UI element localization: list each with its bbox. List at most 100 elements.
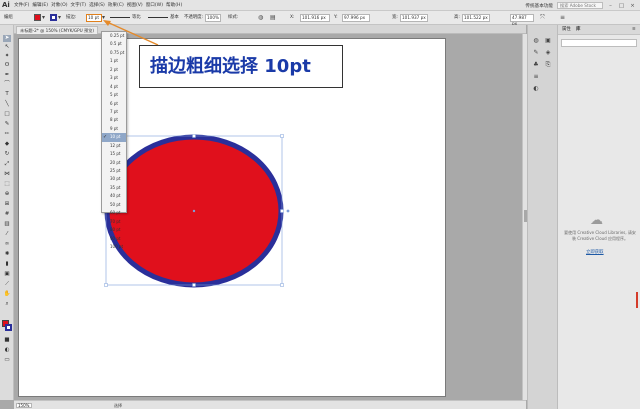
fill-dropdown-chevron-icon[interactable]: ▾ [42, 14, 45, 22]
stroke-weight-option[interactable]: 90 pt [102, 235, 126, 243]
menu-select[interactable]: 选择(S) [89, 2, 105, 8]
lasso-tool-icon[interactable]: ʘ [3, 62, 11, 69]
paintbrush-tool-icon[interactable]: ✎ [3, 121, 11, 128]
stroke-weight-option[interactable]: 35 pt [102, 184, 126, 192]
pen-tool-icon[interactable]: ✒ [3, 72, 11, 79]
free-transform-tool-icon[interactable]: ⬚ [3, 181, 11, 188]
zoom-field[interactable]: 150% [16, 403, 32, 408]
stroke-weight-option[interactable]: 50 pt [102, 201, 126, 209]
type-tool-icon[interactable]: T [3, 91, 11, 98]
tab-properties[interactable]: 属性 [562, 27, 571, 33]
horizontal-scrollbar[interactable]: 150% 选择 [14, 400, 526, 409]
libraries-icon[interactable]: ▣ [543, 37, 553, 45]
stroke-weight-option[interactable]: 30 pt [102, 175, 126, 183]
menu-edit[interactable]: 编辑(E) [32, 2, 48, 8]
curvature-tool-icon[interactable]: ⌒ [3, 81, 11, 88]
stroke-weight-option[interactable]: 6 pt [102, 100, 126, 108]
selection-tool-icon[interactable]: ➤ [3, 35, 11, 42]
perspective-grid-tool-icon[interactable]: ⊞ [3, 201, 11, 208]
screen-mode-icon[interactable]: ▭ [3, 357, 11, 364]
stroke-weight-field[interactable]: 10 pt [86, 14, 102, 22]
menu-object[interactable]: 对象(O) [51, 2, 67, 8]
stroke-profile-preview[interactable] [110, 17, 130, 18]
stroke-color-box[interactable] [5, 324, 12, 331]
stroke-weight-option[interactable]: 12 pt [102, 142, 126, 150]
workspace-switcher[interactable]: 传统基本功能 [525, 3, 553, 9]
stroke-weight-option[interactable]: 5 pt [102, 91, 126, 99]
menu-window[interactable]: 窗口(W) [146, 2, 163, 8]
stroke-weight-option[interactable]: 0.25 pt [102, 32, 126, 40]
scale-tool-icon[interactable]: ⤢ [3, 161, 11, 168]
stroke-weight-option[interactable]: 3 pt [102, 74, 126, 82]
transform-icon[interactable]: ⤧ [540, 14, 545, 22]
stroke-weight-option[interactable]: 100 pt [102, 243, 126, 251]
maximize-button[interactable]: □ [618, 3, 625, 9]
stroke-dropdown-chevron-icon[interactable]: ▾ [58, 14, 61, 22]
document-tab[interactable]: 未标题-2* @ 150% (CMYK/GPU 预览) [16, 26, 99, 34]
menu-type[interactable]: 文字(T) [71, 2, 87, 8]
panel-menu-icon[interactable]: ≡ [560, 14, 565, 22]
artboard[interactable] [18, 38, 446, 397]
stroke-weight-option[interactable]: 70 pt [102, 218, 126, 226]
stroke-weight-option[interactable]: 2 pt [102, 66, 126, 74]
rotate-tool-icon[interactable]: ↻ [3, 151, 11, 158]
symbols-icon[interactable]: ♣ [531, 61, 541, 69]
color-mode-icon[interactable]: ■ [3, 337, 11, 344]
menu-effect[interactable]: 效果(C) [108, 2, 124, 8]
stroke-weight-option[interactable]: 7 pt [102, 108, 126, 116]
eraser-tool-icon[interactable]: ◆ [3, 141, 11, 148]
hand-tool-icon[interactable]: ✋ [3, 291, 11, 298]
get-it-now-link[interactable]: 立即获取 [586, 249, 604, 255]
stroke-weight-option[interactable]: 60 pt [102, 209, 126, 217]
mesh-tool-icon[interactable]: # [3, 211, 11, 218]
align-icon[interactable]: ▤ [270, 14, 276, 22]
width-field[interactable]: 101.937 px [400, 14, 428, 22]
canvas-area[interactable] [14, 34, 522, 400]
menu-help[interactable]: 帮助(H) [166, 2, 182, 8]
opacity-field[interactable]: 100% [205, 14, 221, 22]
pencil-tool-icon[interactable]: ✏ [3, 131, 11, 138]
globe-icon[interactable]: ◍ [258, 14, 263, 22]
symbol-sprayer-tool-icon[interactable]: ✺ [3, 251, 11, 258]
stroke-color-swatch[interactable] [50, 14, 57, 21]
zoom-tool-icon[interactable]: ⌕ [3, 301, 11, 308]
stroke-weight-option[interactable]: 4 pt [102, 83, 126, 91]
slice-tool-icon[interactable]: ⟋ [3, 281, 11, 288]
links-icon[interactable]: ⎘ [543, 61, 553, 69]
blend-tool-icon[interactable]: ∞ [3, 241, 11, 248]
brush-panel-icon[interactable]: ✎ [531, 49, 541, 57]
drawing-mode-icon[interactable]: ◐ [3, 347, 11, 354]
minimize-button[interactable]: – [607, 3, 614, 9]
transparency-icon[interactable]: ◐ [531, 85, 541, 93]
x-field[interactable]: 101.916 px [300, 14, 330, 22]
stroke-weight-option[interactable]: 20 pt [102, 159, 126, 167]
shape-builder-tool-icon[interactable]: ⊕ [3, 191, 11, 198]
stroke-weight-option[interactable]: ✓ 10 pt [102, 133, 126, 142]
artboard-tool-icon[interactable]: ▣ [3, 271, 11, 278]
magic-wand-tool-icon[interactable]: ✦ [3, 53, 11, 60]
y-field[interactable]: 97.996 px [342, 14, 370, 22]
library-search-input[interactable] [561, 39, 637, 47]
close-button[interactable]: × [629, 3, 636, 9]
menu-view[interactable]: 视图(V) [127, 2, 143, 8]
stroke-panel-icon[interactable]: ≡ [531, 73, 541, 81]
eyedropper-tool-icon[interactable]: ⁄ [3, 231, 11, 238]
stroke-weight-option[interactable]: 15 pt [102, 150, 126, 158]
panel-options-icon[interactable]: ≡ [632, 27, 636, 33]
tab-libraries[interactable]: 库 [576, 27, 580, 33]
layers-icon[interactable]: ◈ [543, 49, 553, 57]
rectangle-tool-icon[interactable]: □ [3, 111, 11, 118]
height-field[interactable]: 101.522 px [462, 14, 490, 22]
angle-field[interactable]: 47.987 px [510, 14, 534, 26]
color-panel-icon[interactable]: ◍ [531, 37, 541, 45]
column-graph-tool-icon[interactable]: ▮ [3, 261, 11, 268]
stroke-weight-option[interactable]: 40 pt [102, 192, 126, 200]
stroke-weight-option[interactable]: 8 pt [102, 116, 126, 124]
brush-preview[interactable] [148, 17, 168, 18]
width-tool-icon[interactable]: ⋈ [3, 171, 11, 178]
stroke-weight-option[interactable]: 0.5 pt [102, 40, 126, 48]
gradient-tool-icon[interactable]: ▥ [3, 221, 11, 228]
line-tool-icon[interactable]: ╲ [3, 101, 11, 108]
direct-selection-tool-icon[interactable]: ↖ [3, 44, 11, 51]
fill-color-swatch[interactable] [34, 14, 41, 21]
